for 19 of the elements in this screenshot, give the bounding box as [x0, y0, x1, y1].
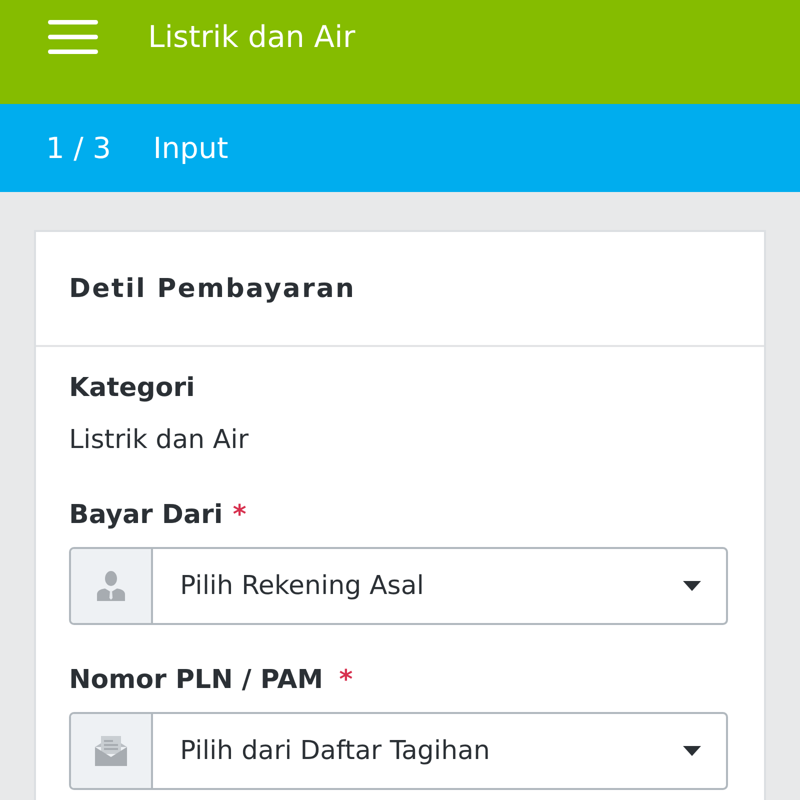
caret-icon: [683, 581, 701, 591]
required-mark: *: [339, 664, 353, 697]
card-title: Detil Pembayaran: [69, 274, 356, 304]
dropdown[interactable]: Pilih dari Daftar Tagihan: [69, 712, 728, 790]
field-label: Nomor PLN / PAM: [69, 664, 324, 697]
dropdown-value: Pilih dari Daftar Tagihan: [180, 736, 490, 766]
menu-icon[interactable]: [48, 20, 98, 54]
field-label: Kategori: [69, 372, 195, 405]
step-counter: 1 / 3: [46, 131, 112, 165]
field-value: Listrik dan Air: [69, 424, 249, 457]
person-icon: [97, 571, 125, 601]
app-title: Listrik dan Air: [148, 20, 356, 54]
dropdown-value: Pilih Rekening Asal: [180, 571, 424, 601]
envelope-icon: [95, 736, 127, 766]
required-mark: *: [232, 499, 246, 532]
caret-icon: [683, 746, 701, 756]
step-label: Input: [153, 131, 228, 165]
field-label: Bayar Dari: [69, 499, 223, 532]
dropdown[interactable]: Pilih Rekening Asal: [69, 547, 728, 625]
